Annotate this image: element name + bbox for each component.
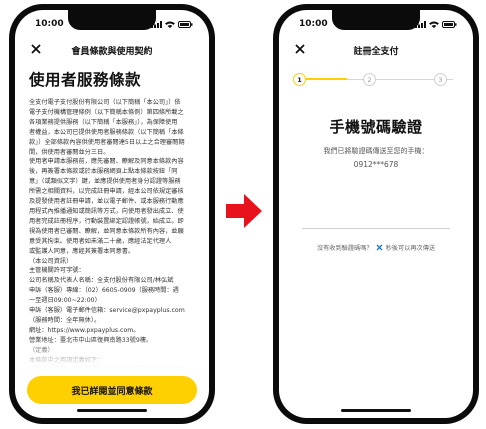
terms-paragraph-line: 及提發使用者註冊申請，並以電子郵件、或本服務行動應 <box>29 198 184 206</box>
terms-paragraph-line: 用者完成註冊程序，行動裝置綁定認證帳號，始成立。即 <box>29 217 184 225</box>
verification-heading: 手機號碼驗證 <box>329 118 423 136</box>
agree-terms-button[interactable]: 我已詳閱並同意條款 <box>27 376 197 404</box>
verification-code-input[interactable] <box>302 213 450 229</box>
phone-verification: 10:00 註冊全支付 1 2 3 手機號碼驗證 我們已將驗證碼傳送至您的手機：… <box>273 4 479 424</box>
phone-notch <box>332 10 420 30</box>
terms-paragraph-line: 一至週日09:00~22:00） <box>29 297 101 305</box>
terms-heading: 使用者服務條款 <box>29 71 142 89</box>
battery-icon <box>442 20 457 28</box>
close-icon <box>31 44 41 54</box>
status-time: 10:00 <box>299 19 328 29</box>
close-button[interactable] <box>293 42 307 56</box>
status-icons <box>151 20 193 28</box>
terms-paragraph-line: 款」）全部條款內容供使用者審閱達5日以上之合理審閱期 <box>29 138 185 146</box>
home-indicator <box>341 409 411 412</box>
terms-screen: 10:00 會員條款與使用契約 使用者服務條款 全支付電子支付股份有限公司（以下… <box>15 10 209 418</box>
terms-paragraph-line: 意」（或類似文字）鍵，並應提供使用者身分認證等服務 <box>29 178 181 186</box>
terms-paragraph-line: 視為使用者已審閱、瞭解，並同意本條款所有內容，並願 <box>29 227 184 235</box>
verification-screen: 10:00 註冊全支付 1 2 3 手機號碼驗證 我們已將驗證碼傳送至您的手機：… <box>279 10 473 418</box>
wifi-icon <box>429 21 439 28</box>
terms-content[interactable]: 全支付電子支付股份有限公司（以下簡稱「本公司」）依 電子支付機構管理條例（以下簡稱… <box>15 98 209 368</box>
close-icon <box>295 44 305 54</box>
terms-paragraph-line: 所需之相關資料，以完成註冊申請，經本公司依規定審核 <box>29 188 184 196</box>
terms-paragraph-line: （本公司資訊） <box>29 257 73 265</box>
phone-notch <box>68 10 156 30</box>
close-button[interactable] <box>29 42 43 56</box>
terms-paragraph-line: 或監護人同意，應經其簽署本同意書。 <box>29 247 135 255</box>
arrow-right-icon <box>226 194 262 228</box>
progress-stepper: 1 2 3 <box>289 70 463 90</box>
nav-title: 註冊全支付 <box>353 46 399 57</box>
terms-paragraph-line: 網址：https://www.pxpayplus.com。 <box>29 326 140 334</box>
terms-paragraph-line: 者權益，本公司已提供使用者服務條款（以下簡稱「本條 <box>29 128 184 136</box>
phone-terms: 10:00 會員條款與使用契約 使用者服務條款 全支付電子支付股份有限公司（以下… <box>9 4 215 424</box>
status-icons <box>415 20 457 28</box>
terms-paragraph-line: 申訴（客服）電子郵件信箱：service@pxpayplus.com <box>29 307 185 315</box>
terms-paragraph-line: （服務時間：全年無休）。 <box>29 316 101 324</box>
terms-paragraph-line: 使用者申請本服務前，應先審閱、瞭解及同意本條款內容 <box>29 158 184 166</box>
terms-paragraph-line: 公司名稱及代表人名稱：全支付股份有限公司/林弘斌 <box>29 277 174 285</box>
terms-paragraph-line: 電子支付機構管理條例（以下簡稱本條例）第四條所載之 <box>29 108 184 116</box>
resend-prefix: 沒有收到驗證碼嗎？ <box>316 245 373 252</box>
wifi-icon <box>165 21 175 28</box>
nav-title: 會員條款與使用契約 <box>71 46 153 57</box>
status-time: 10:00 <box>35 19 64 29</box>
stepper-progress <box>299 78 347 80</box>
terms-paragraph-line: 全支付電子支付股份有限公司（以下簡稱「本公司」）依 <box>29 99 181 106</box>
verification-navbar: 註冊全支付 <box>279 38 473 62</box>
terms-paragraph-line: 主管機關許可字號： <box>29 267 85 275</box>
verification-description: 我們已將驗證碼傳送至您的手機： <box>323 147 429 155</box>
terms-paragraph-line: 申訴（客服）專線：（02）6605-0909（服務時間：週 <box>29 287 179 295</box>
terms-paragraph-line: 各項業務提供服務（以下簡稱「本服務」），為保障使用 <box>29 118 178 126</box>
resend-timer-icon <box>375 243 384 252</box>
terms-paragraph-line: 間，供使用者審閱並分三日。 <box>29 148 110 156</box>
resend-suffix: 秒後可以再次傳送 <box>385 245 436 252</box>
resend-code-row: 沒有收到驗證碼嗎？ 秒後可以再次傳送 <box>279 243 473 252</box>
battery-icon <box>178 20 193 28</box>
terms-paragraph-line: 後，再簽署本條款或於本服務網頁上點本條款按鈕「同 <box>29 168 178 176</box>
step-2: 2 <box>363 73 376 86</box>
terms-paragraph-line: 用程式內推播通知或簡訊等方式，向使用者發出成立、使 <box>29 207 184 215</box>
terms-fade <box>15 338 209 368</box>
step-3: 3 <box>434 73 447 86</box>
terms-navbar: 會員條款與使用契約 <box>15 38 209 62</box>
step-1: 1 <box>293 73 306 86</box>
home-indicator <box>77 409 147 412</box>
masked-phone-number: 0912***678 <box>353 160 399 169</box>
terms-paragraph-line: 意受其拘束。使用者如未滿二十歲，應經法定代理人 <box>29 237 172 245</box>
